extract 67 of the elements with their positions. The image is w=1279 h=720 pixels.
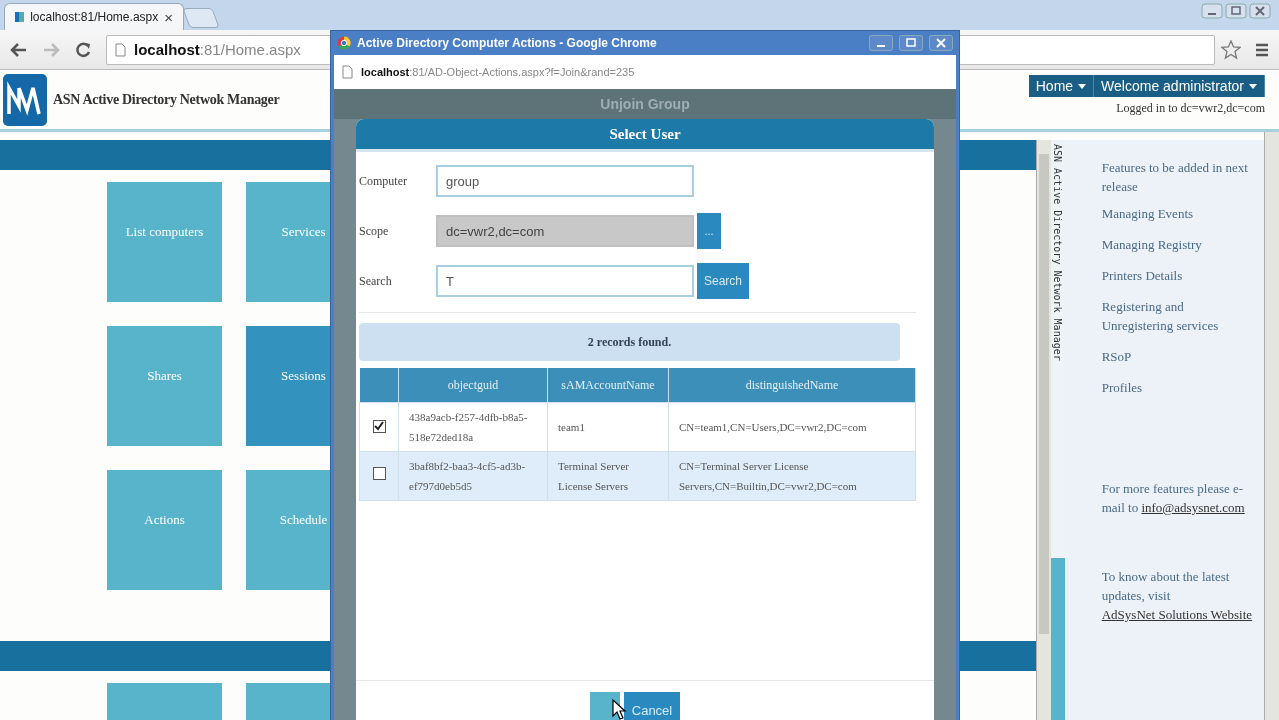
menu-icon[interactable]	[1255, 41, 1269, 58]
menu-tile[interactable]	[107, 683, 222, 720]
status-message: 2 records found.	[359, 323, 900, 361]
feature-item: Printers Details	[1101, 267, 1184, 285]
url-text: localhost:81/Home.aspx	[134, 41, 301, 58]
input-field[interactable]: T	[436, 265, 694, 297]
reload-icon[interactable]	[74, 40, 92, 59]
nav-menu[interactable]: Home	[1028, 75, 1095, 97]
table-cell: team1	[547, 402, 669, 452]
input-field[interactable]: dc=vwr2,dc=com	[436, 215, 694, 247]
updates-text: To know about the latest updates, visit AdSysNet Solutions Website	[1101, 568, 1253, 624]
field-label: Scope	[359, 223, 390, 239]
caret-icon	[1078, 83, 1087, 89]
minimize-icon[interactable]	[869, 35, 893, 51]
ok-button[interactable]	[589, 692, 620, 720]
table-cell: CN=Terminal Server License Servers,CN=Builtin,DC=vwr2,DC=com	[668, 451, 916, 501]
search-button[interactable]: Search	[697, 263, 749, 299]
window-title: Active Directory Computer Actions - Google Chrome	[357, 36, 657, 50]
new-tab-button[interactable]	[182, 8, 220, 28]
input-field[interactable]: group	[436, 165, 694, 197]
field-label: Computer	[359, 173, 408, 189]
maximize-icon[interactable]	[899, 35, 923, 51]
column-header: distinguishedName	[668, 368, 916, 403]
website-link[interactable]: AdSysNet Solutions Website	[1101, 607, 1253, 622]
dialog-title: Select User	[356, 119, 934, 152]
browse-button[interactable]: ...	[697, 213, 721, 249]
cancel-button[interactable]: Cancel	[623, 692, 681, 720]
page-icon	[115, 42, 126, 57]
feature-item: RSoP	[1101, 348, 1133, 366]
column-header: sAMAccountName	[547, 368, 669, 403]
close-icon[interactable]	[1249, 3, 1271, 19]
address-bar[interactable]: localhost:81/AD-Object-Actions.aspx?f=Join&rand=235	[334, 55, 956, 89]
feature-item: Managing Registry	[1101, 236, 1203, 254]
star-icon[interactable]	[1221, 39, 1241, 60]
features-title: Features to be added in next release	[1101, 159, 1249, 196]
checkbox[interactable]	[372, 467, 386, 480]
feature-item: Managing Events	[1101, 205, 1195, 223]
page-heading: Unjoin Group	[334, 89, 956, 119]
scrollbar[interactable]	[1035, 140, 1051, 720]
page-icon	[342, 65, 353, 79]
field-label: Search	[359, 273, 393, 289]
back-arrow-icon[interactable]	[10, 41, 28, 58]
email-link[interactable]: info@adsysnet.com	[1141, 500, 1245, 515]
contact-text: For more features please e-mail to info@adsysnet.com	[1101, 480, 1246, 517]
close-icon[interactable]	[929, 35, 953, 51]
feature-item: Profiles	[1101, 379, 1144, 397]
scrollbar[interactable]	[1264, 132, 1279, 720]
close-icon[interactable]: ×	[164, 8, 173, 26]
table-cell: CN=team1,CN=Users,DC=vwr2,DC=com	[668, 402, 916, 452]
logo-icon	[15, 12, 25, 22]
caret-icon	[1249, 83, 1257, 89]
table-cell: Terminal Server License Servers	[547, 451, 669, 501]
tab-title: localhost:81/Home.aspx	[30, 10, 159, 24]
browser-logo-icon	[337, 36, 351, 50]
checkbox[interactable]	[372, 419, 386, 433]
nav-menu[interactable]: Welcome administrator	[1094, 75, 1265, 97]
browser-tab[interactable]: localhost:81/Home.aspx ×	[4, 3, 184, 30]
login-status: Logged in to dc=vwr2,dc=com	[1116, 101, 1265, 116]
app-title: ASN Active Directory Netwok Manager	[53, 91, 280, 108]
minimize-icon[interactable]	[1201, 3, 1223, 19]
url-text: localhost:81/AD-Object-Actions.aspx?f=Join&rand=235	[361, 66, 635, 78]
logo-icon	[3, 73, 47, 126]
table-cell: 438a9acb-f257-4dfb-b8a5-518e72ded18a	[398, 402, 548, 452]
table-cell: 3baf8bf2-baa3-4cf5-ad3b-ef797d0eb5d5	[398, 451, 548, 501]
feature-item: Registering and Unregistering services	[1101, 298, 1220, 335]
maximize-icon[interactable]	[1225, 3, 1247, 19]
column-header: objectguid	[398, 368, 548, 403]
